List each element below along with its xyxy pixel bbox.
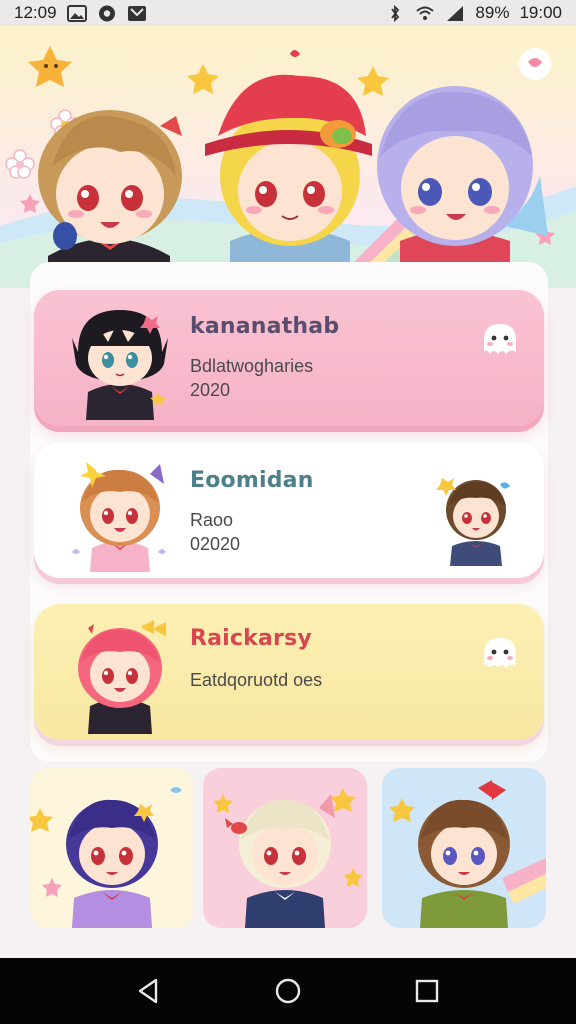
hero-illustration [0, 46, 576, 288]
status-left: 12:09 [14, 3, 147, 23]
avatar [78, 620, 166, 734]
card-subtitle: Raoo [190, 510, 234, 530]
card-subtitle: Bdlatwogharies [190, 356, 314, 376]
card-title: kananathab [190, 314, 340, 339]
back-button[interactable] [129, 971, 169, 1011]
card-title: Raickarsy [190, 626, 312, 651]
card-year: 02020 [190, 534, 241, 554]
ghost-icon[interactable] [476, 318, 524, 362]
tile-character-brown [389, 780, 546, 928]
status-time-left: 12:09 [14, 3, 57, 22]
avatar [72, 462, 166, 572]
list-item[interactable]: Raickarsy Eatdqoruotd oes [34, 604, 544, 740]
wifi-icon [415, 5, 435, 22]
tile-character-cream [213, 788, 363, 928]
battery-level: 89% [475, 3, 510, 22]
ghost-icon[interactable] [476, 632, 524, 676]
gallery-tile-cream[interactable] [203, 768, 367, 928]
mail-icon [127, 5, 147, 22]
recents-square-icon [415, 979, 438, 1003]
gallery-icon [66, 4, 87, 22]
card-subtitle: Eatdqoruotd oes [190, 670, 323, 690]
home-button[interactable] [268, 971, 308, 1011]
recents-button[interactable] [407, 971, 447, 1011]
signal-icon [445, 5, 465, 22]
navigation-bar [0, 958, 576, 1024]
card-year: 2020 [190, 380, 231, 400]
bluetooth-icon [385, 4, 405, 22]
back-triangle-icon [139, 978, 158, 1004]
list-item[interactable]: Eoomidan Raoo 02020 [34, 442, 544, 578]
hero-character-middle [205, 50, 372, 288]
star-icon [28, 46, 72, 87]
status-time-right: 19:00 [519, 3, 562, 22]
home-circle-icon [275, 978, 301, 1004]
notification-icon [97, 5, 117, 22]
gallery-tile-purple[interactable] [30, 768, 194, 928]
list-item[interactable]: kananathab Bdlatwogharies 2020 [34, 290, 544, 426]
hero-banner [0, 26, 576, 288]
mini-avatar [436, 478, 510, 566]
card-title: Eoomidan [190, 468, 314, 493]
status-right: 89% 19:00 [385, 3, 562, 23]
avatar [72, 310, 168, 420]
status-bar: 12:09 89% 19:00 [0, 0, 576, 26]
tile-character-purple [30, 787, 182, 928]
gallery-tile-brown[interactable] [382, 768, 546, 928]
